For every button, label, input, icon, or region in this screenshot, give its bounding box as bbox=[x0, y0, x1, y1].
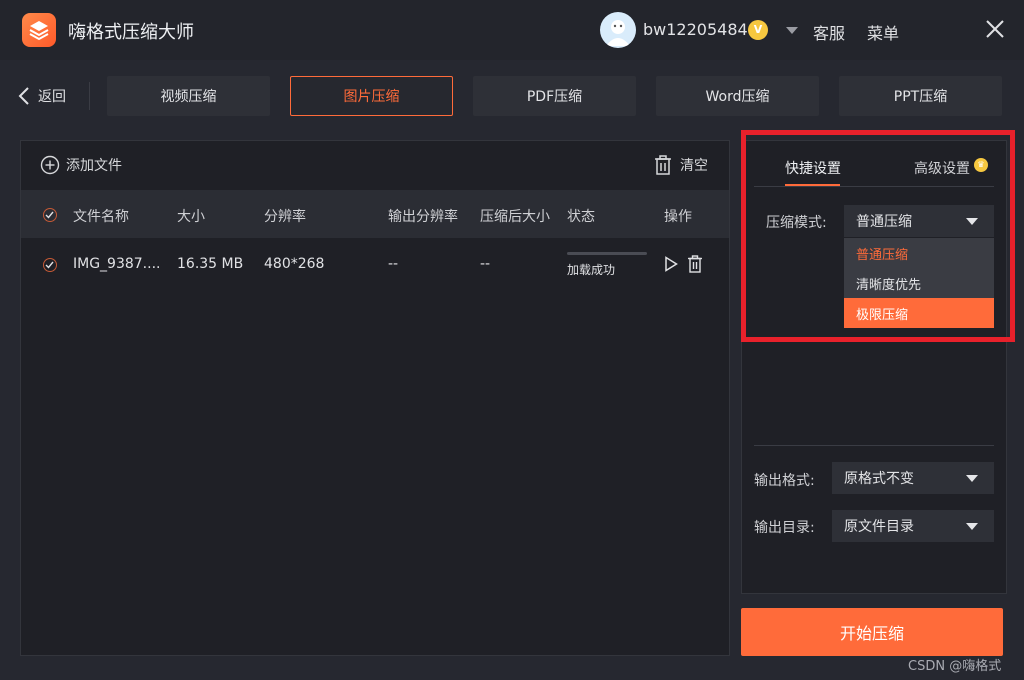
close-icon[interactable] bbox=[984, 18, 1006, 40]
row-checkbox[interactable] bbox=[43, 258, 57, 272]
delete-row-icon[interactable] bbox=[687, 255, 703, 277]
column-header-actions: 操作 bbox=[664, 209, 692, 225]
output-dir-select[interactable]: 原文件目录 bbox=[832, 510, 994, 542]
load-progress-bar bbox=[567, 252, 647, 255]
tab-word-compress[interactable]: Word压缩 bbox=[656, 76, 819, 116]
output-format-select[interactable]: 原格式不变 bbox=[832, 462, 994, 494]
chevron-left-icon bbox=[18, 87, 29, 105]
column-header-status: 状态 bbox=[567, 209, 595, 225]
add-file-label: 添加文件 bbox=[66, 158, 122, 174]
customer-service-link[interactable]: 客服 bbox=[813, 20, 845, 44]
column-header-name: 文件名称 bbox=[73, 209, 129, 225]
column-header-compressed-size: 压缩后大小 bbox=[480, 209, 550, 225]
select-all-checkbox[interactable] bbox=[43, 208, 57, 222]
back-label: 返回 bbox=[38, 89, 66, 105]
column-header-resolution: 分辨率 bbox=[264, 209, 306, 225]
output-format-label: 输出格式: bbox=[754, 473, 815, 489]
app-logo-icon bbox=[22, 13, 56, 47]
output-dir-value: 原文件目录 bbox=[844, 519, 914, 535]
back-button[interactable]: 返回 bbox=[18, 86, 66, 106]
output-dir-label: 输出目录: bbox=[754, 520, 815, 536]
menu-link[interactable]: 菜单 bbox=[867, 20, 899, 44]
file-size: 16.35 MB bbox=[177, 256, 244, 272]
vip-badge-icon: V bbox=[748, 20, 768, 40]
tab-ppt-compress[interactable]: PPT压缩 bbox=[839, 76, 1002, 116]
column-header-size: 大小 bbox=[177, 209, 205, 225]
output-format-value: 原格式不变 bbox=[844, 471, 914, 487]
plus-circle-icon bbox=[40, 155, 60, 175]
tab-image-compress[interactable]: 图片压缩 bbox=[290, 76, 453, 116]
trash-icon bbox=[655, 155, 671, 175]
start-compress-label: 开始压缩 bbox=[839, 624, 904, 643]
compressed-size: -- bbox=[480, 256, 491, 272]
account-dropdown-icon[interactable] bbox=[786, 27, 798, 34]
user-avatar[interactable] bbox=[600, 12, 636, 48]
file-status: 加载成功 bbox=[567, 263, 616, 277]
clear-button[interactable]: 清空 bbox=[654, 155, 708, 175]
output-resolution: -- bbox=[388, 256, 399, 272]
file-resolution: 480*268 bbox=[264, 256, 325, 272]
play-icon[interactable] bbox=[664, 256, 678, 276]
username[interactable]: bw12205484 bbox=[643, 20, 748, 39]
dropdown-arrow-icon bbox=[966, 523, 978, 530]
tab-video-compress[interactable]: 视频压缩 bbox=[107, 76, 270, 116]
start-compress-button[interactable]: 开始压缩 bbox=[741, 608, 1003, 656]
dropdown-arrow-icon bbox=[966, 475, 978, 482]
highlight-annotation-box bbox=[741, 130, 1015, 342]
settings-divider bbox=[754, 445, 994, 446]
file-name: IMG_9387.... bbox=[73, 256, 161, 272]
clear-label: 清空 bbox=[680, 158, 708, 174]
tab-pdf-compress[interactable]: PDF压缩 bbox=[473, 76, 636, 116]
watermark: CSDN @嗨格式 bbox=[908, 659, 1002, 674]
app-title: 嗨格式压缩大师 bbox=[68, 22, 194, 43]
column-header-output-resolution: 输出分辨率 bbox=[388, 209, 458, 225]
add-file-button[interactable]: 添加文件 bbox=[40, 155, 122, 175]
nav-divider bbox=[89, 82, 90, 110]
